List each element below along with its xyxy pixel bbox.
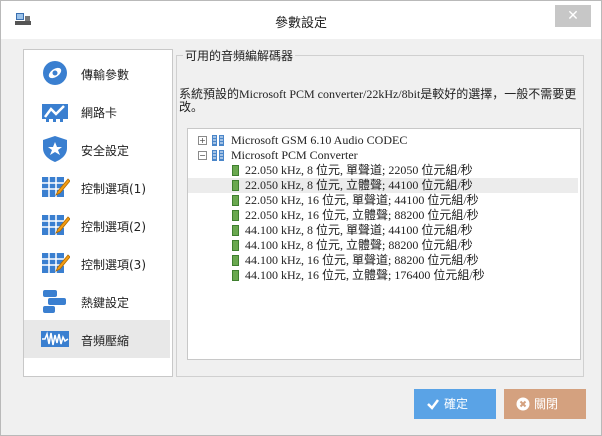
check-icon [427,399,439,410]
tree-node-label: 22.050 kHz, 8 位元, 單聲道; 22050 位元組/秒 [245,163,473,177]
grid-pencil-icon [42,253,70,273]
tree-node-label: 22.050 kHz, 16 位元, 立體聲; 88200 位元組/秒 [245,208,479,222]
format-icon [232,240,239,251]
tree-node-label: 22.050 kHz, 8 位元, 立體聲; 44100 位元組/秒 [245,178,473,192]
sidebar-item-label: 控制選項(1) [81,182,146,196]
tree-node-format-selected[interactable]: 22.050 kHz, 8 位元, 立體聲; 44100 位元組/秒 [188,178,578,193]
collapse-icon[interactable]: − [198,151,207,160]
format-icon [232,165,239,176]
sidebar-item-label: 控制選項(3) [81,258,146,272]
settings-dialog: 參數設定 ✕ 傳輸參數 網路卡 安全設定 控制選項(1) 控制選項(2) 控制選… [0,0,602,436]
sidebar-item-label: 控制選項(2) [81,220,146,234]
window-close-button[interactable]: ✕ [555,5,591,27]
group-title: 可用的音頻編解碼器 [183,47,296,64]
codec-tree[interactable]: + Microsoft GSM 6.10 Audio CODEC − Micro… [187,128,581,360]
sidebar-item-hotkeys[interactable]: 熱鍵設定 [24,282,170,320]
tree-node-format[interactable]: 44.100 kHz, 8 位元, 立體聲; 88200 位元組/秒 [188,238,578,253]
satellite-icon [43,61,67,85]
tree-node-format[interactable]: 44.100 kHz, 16 位元, 單聲道; 88200 位元組/秒 [188,253,578,268]
sidebar-item-label: 音頻壓縮 [81,334,130,348]
tree-node-label: 44.100 kHz, 8 位元, 單聲道; 44100 位元組/秒 [245,223,473,237]
sidebar-item-label: 傳輸參數 [81,68,130,82]
tree-node-format[interactable]: 44.100 kHz, 8 位元, 單聲道; 44100 位元組/秒 [188,223,578,238]
sidebar-item-security[interactable]: 安全設定 [24,130,170,168]
sidebar-item-network[interactable]: 網路卡 [24,92,170,130]
format-icon [232,255,239,266]
sidebar-item-transfer[interactable]: 傳輸參數 [24,54,170,92]
close-circle-icon [516,397,530,411]
format-icon [232,210,239,221]
close-button-label: 關閉 [534,397,559,411]
settings-sidebar: 傳輸參數 網路卡 安全設定 控制選項(1) 控制選項(2) 控制選項(3) 熱鍵… [23,49,173,377]
title-bar: 參數設定 ✕ [1,1,601,39]
tree-node-codec[interactable]: − Microsoft PCM Converter [188,148,578,163]
grid-pencil-icon [42,215,70,235]
codec-icon [212,135,224,146]
tree-node-label: 44.100 kHz, 16 位元, 單聲道; 88200 位元組/秒 [245,253,479,267]
format-icon [232,270,239,281]
format-icon [232,225,239,236]
tree-node-label: 44.100 kHz, 16 位元, 立體聲; 176400 位元組/秒 [245,268,485,282]
keys-icon [43,290,66,313]
tree-node-label: 22.050 kHz, 16 位元, 單聲道; 44100 位元組/秒 [245,193,479,207]
tree-node-label: 44.100 kHz, 8 位元, 立體聲; 88200 位元組/秒 [245,238,473,252]
tree-node-format[interactable]: 22.050 kHz, 16 位元, 立體聲; 88200 位元組/秒 [188,208,578,223]
waveform-icon [41,331,69,347]
ok-button-label: 確定 [444,397,469,411]
format-icon [232,195,239,206]
sidebar-item-control-2[interactable]: 控制選項(2) [24,206,170,244]
codec-icon [212,150,224,161]
tree-node-label: Microsoft PCM Converter [231,148,358,162]
tree-node-codec[interactable]: + Microsoft GSM 6.10 Audio CODEC [188,133,578,148]
tree-node-format[interactable]: 22.050 kHz, 16 位元, 單聲道; 44100 位元組/秒 [188,193,578,208]
grid-pencil-icon [42,177,70,197]
sidebar-item-control-1[interactable]: 控制選項(1) [24,168,170,206]
ok-button[interactable]: 確定 [414,389,496,419]
sidebar-item-control-3[interactable]: 控制選項(3) [24,244,170,282]
sidebar-item-audio-compression[interactable]: 音頻壓縮 [24,320,170,358]
tree-node-format[interactable]: 44.100 kHz, 16 位元, 立體聲; 176400 位元組/秒 [188,268,578,283]
window-title: 參數設定 [274,16,327,31]
tree-node-label: Microsoft GSM 6.10 Audio CODEC [231,133,408,147]
format-icon [232,180,239,191]
tree-node-format[interactable]: 22.050 kHz, 8 位元, 單聲道; 22050 位元組/秒 [188,163,578,178]
codec-group: 可用的音頻編解碼器 系統預設的Microsoft PCM converter/2… [176,47,584,377]
close-button[interactable]: 關閉 [504,389,586,419]
sidebar-item-label: 網路卡 [81,106,118,120]
sidebar-item-label: 安全設定 [81,144,130,158]
shield-star-icon [43,136,67,162]
network-card-icon [42,104,68,122]
expand-icon[interactable]: + [198,136,207,145]
description-text: 系統預設的Microsoft PCM converter/22kHz/8bit是… [179,87,577,114]
sidebar-item-label: 熱鍵設定 [81,296,130,310]
